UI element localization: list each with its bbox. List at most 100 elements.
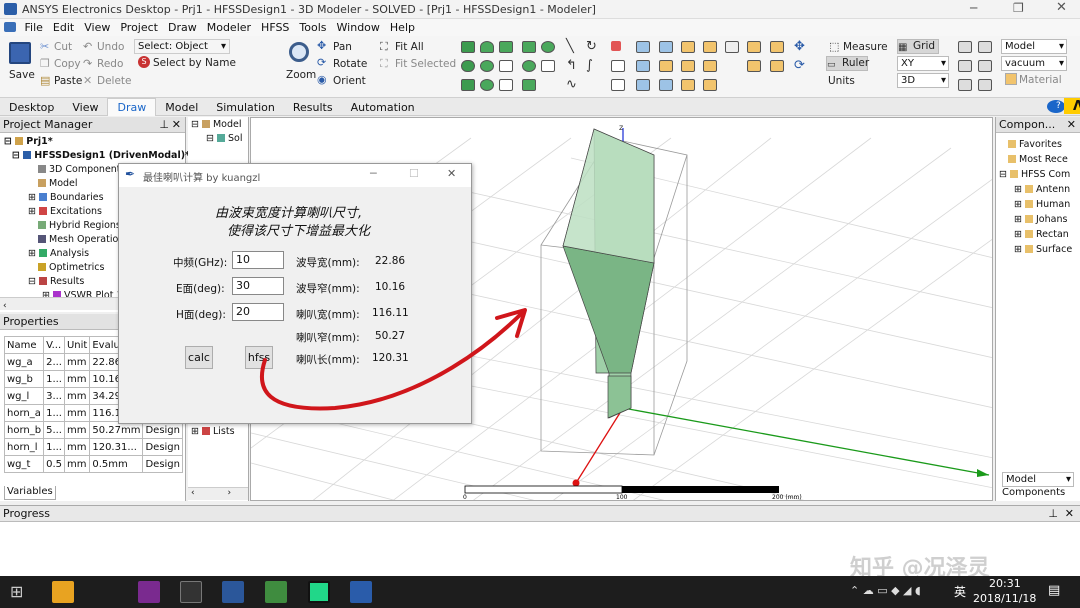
- spiral-icon[interactable]: [499, 60, 513, 72]
- view-top-icon[interactable]: [958, 60, 972, 72]
- cell[interactable]: mm: [63, 370, 91, 388]
- unite-icon[interactable]: [636, 41, 650, 53]
- tree-item-human[interactable]: ⊞ Human: [1014, 199, 1070, 210]
- view-side-icon[interactable]: [958, 79, 972, 91]
- maximize-icon[interactable]: ☐: [409, 167, 419, 180]
- view-front-icon[interactable]: [958, 41, 972, 53]
- menu-draw[interactable]: Draw: [163, 19, 202, 36]
- relative-cs-icon[interactable]: [611, 79, 625, 91]
- hfss-button[interactable]: hfss: [245, 346, 273, 369]
- pycharm-icon[interactable]: [308, 581, 330, 603]
- separate-icon[interactable]: [659, 60, 673, 72]
- menu-edit[interactable]: Edit: [48, 19, 79, 36]
- cell[interactable]: 1...: [43, 370, 65, 388]
- region-icon[interactable]: [541, 60, 555, 72]
- uncover-icon[interactable]: [703, 79, 717, 91]
- tree-item-rectangular[interactable]: ⊞ Rectan: [1014, 229, 1069, 240]
- connect-icon[interactable]: [703, 41, 717, 53]
- mirror-icon[interactable]: [770, 60, 784, 72]
- tab-results[interactable]: Results: [284, 99, 342, 116]
- orient-button[interactable]: Orient: [333, 75, 366, 87]
- tree-item-antennas[interactable]: ⊞ Antenn: [1014, 184, 1070, 195]
- material-dropdown[interactable]: vacuum ▾: [1001, 56, 1067, 71]
- cell[interactable]: mm: [63, 438, 91, 456]
- cell[interactable]: 2...: [43, 353, 65, 371]
- word-icon[interactable]: [222, 581, 244, 603]
- tree-item-most-recent[interactable]: Most Rece: [1008, 154, 1068, 165]
- view-iso-icon[interactable]: [978, 41, 992, 53]
- center-arc-icon[interactable]: ↻: [586, 39, 597, 54]
- circle-icon[interactable]: [522, 60, 536, 72]
- cell[interactable]: 0.5: [43, 455, 65, 473]
- tree-item-optimetrics[interactable]: Optimetrics: [38, 262, 104, 273]
- column-header[interactable]: Name: [3, 336, 45, 354]
- copy-button[interactable]: Copy: [54, 58, 81, 70]
- variables-tab[interactable]: Variables: [4, 486, 56, 500]
- notification-icon[interactable]: ▤: [1048, 583, 1060, 598]
- cell[interactable]: mm: [63, 353, 91, 371]
- menu-view[interactable]: View: [79, 19, 115, 36]
- tab-desktop[interactable]: Desktop: [0, 99, 63, 116]
- fit-selected-button[interactable]: Fit Selected: [395, 58, 456, 70]
- section-icon[interactable]: [725, 41, 739, 53]
- redo-icon[interactable]: ↷: [83, 57, 92, 70]
- view-bottom-icon[interactable]: [978, 60, 992, 72]
- pin-icon[interactable]: ⊥: [159, 117, 169, 132]
- clock-date[interactable]: 2018/11/18: [973, 592, 1036, 605]
- tree-item-model[interactable]: Model: [38, 178, 78, 189]
- close-icon[interactable]: ✕: [1065, 506, 1074, 521]
- h-plane-input[interactable]: 20: [232, 303, 284, 321]
- cell[interactable]: 5...: [43, 421, 65, 439]
- tab-simulation[interactable]: Simulation: [207, 99, 284, 116]
- bondwire-icon[interactable]: [499, 79, 513, 91]
- cylinder-icon[interactable]: [461, 60, 475, 72]
- rectangle-icon[interactable]: [522, 41, 536, 53]
- tree-item-johanson[interactable]: ⊞ Johans: [1014, 214, 1067, 225]
- plane-icon[interactable]: [611, 60, 625, 72]
- cell[interactable]: wg_b: [3, 370, 45, 388]
- torus-icon[interactable]: [480, 60, 494, 72]
- cell[interactable]: mm: [63, 455, 91, 473]
- cell[interactable]: horn_a: [3, 404, 45, 422]
- menu-tools[interactable]: Tools: [294, 19, 331, 36]
- imprint-icon[interactable]: [659, 79, 673, 91]
- cell[interactable]: wg_t: [3, 455, 45, 473]
- clock-time[interactable]: 20:31: [989, 577, 1021, 590]
- arc-icon[interactable]: ↰: [566, 58, 577, 73]
- cover-icon[interactable]: [703, 60, 717, 72]
- measure-icon[interactable]: ⬚: [829, 40, 839, 53]
- pan-button[interactable]: Pan: [333, 41, 352, 53]
- ruler-button[interactable]: ▭ Ruler: [826, 56, 869, 71]
- tree-item-solids[interactable]: ⊟ Sol: [206, 133, 242, 144]
- paste-icon[interactable]: ▤: [40, 74, 50, 87]
- table-row[interactable]: horn_b 5... mm 50.27mm Design: [3, 421, 183, 439]
- line-icon[interactable]: ╲: [566, 39, 574, 54]
- measure-button[interactable]: Measure: [843, 41, 888, 53]
- components-select[interactable]: Model ▾: [1002, 472, 1074, 487]
- center-frequency-input[interactable]: 10: [232, 251, 284, 269]
- cone-icon[interactable]: [480, 41, 494, 53]
- grid-button[interactable]: ▦ Grid: [897, 39, 939, 54]
- terminal-icon[interactable]: [180, 581, 202, 603]
- helix-icon[interactable]: [480, 79, 494, 91]
- app-icon[interactable]: [52, 581, 74, 603]
- intersect-icon[interactable]: [636, 79, 650, 91]
- components-tab[interactable]: Components: [1002, 487, 1072, 500]
- model-dropdown[interactable]: Model ▾: [1001, 39, 1067, 54]
- horizontal-scrollbar[interactable]: ‹ ›: [188, 487, 248, 500]
- minimize-icon[interactable]: ─: [370, 167, 377, 180]
- tree-item-hfss-components[interactable]: ⊟ HFSS Com: [999, 169, 1070, 180]
- cell[interactable]: mm: [63, 404, 91, 422]
- ime-indicator[interactable]: 英: [954, 583, 966, 600]
- ansys-edt-icon[interactable]: [265, 581, 287, 603]
- sphere-icon[interactable]: [461, 79, 475, 91]
- help-icon[interactable]: ?: [1047, 100, 1065, 113]
- pan-icon[interactable]: ✥: [317, 39, 326, 52]
- chamfer-icon[interactable]: [747, 60, 761, 72]
- paste-button[interactable]: Paste: [54, 75, 82, 87]
- cell[interactable]: wg_l: [3, 387, 45, 405]
- close-icon[interactable]: ✕: [1067, 117, 1076, 132]
- duplicate-icon[interactable]: [770, 41, 784, 53]
- menu-help[interactable]: Help: [385, 19, 420, 36]
- select-by-name-icon[interactable]: S: [138, 56, 150, 68]
